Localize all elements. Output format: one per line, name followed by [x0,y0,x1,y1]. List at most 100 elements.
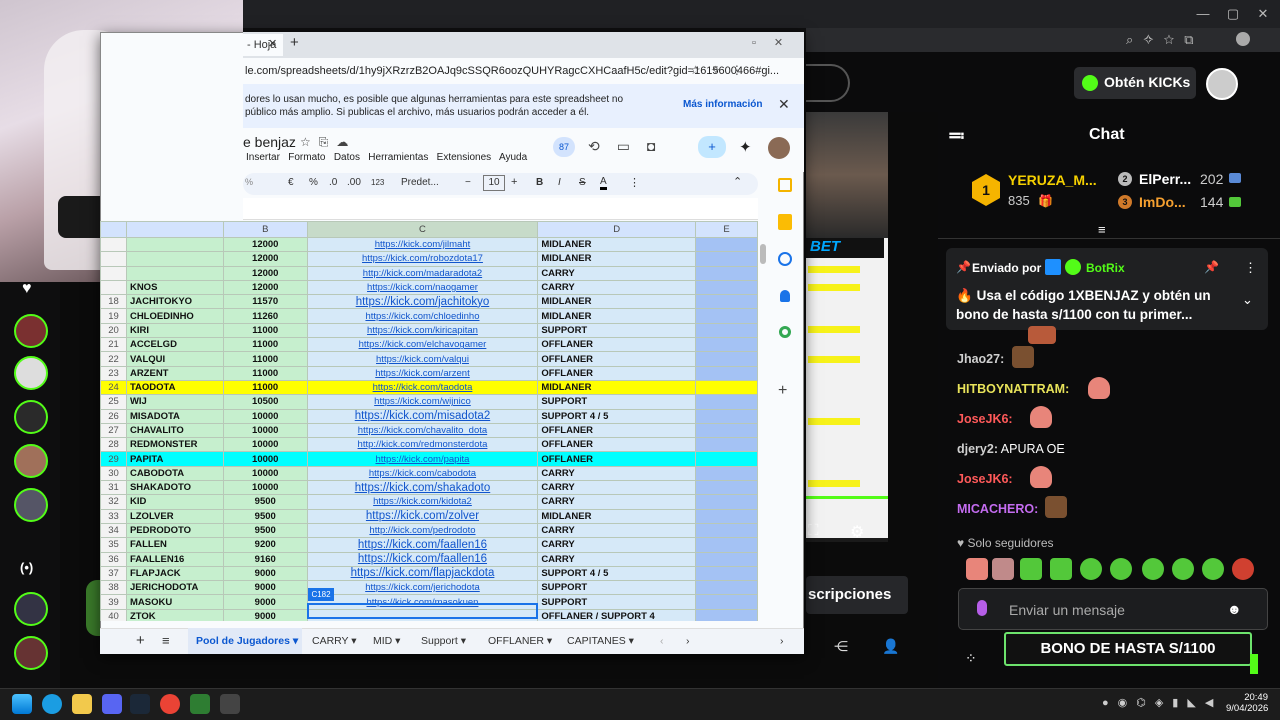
column-header-e[interactable]: E [695,221,758,238]
channel-link-cell[interactable]: https://kick.com/naogamer [306,279,539,296]
score-cell[interactable]: 11000 [222,365,308,381]
menu-datos[interactable]: Datos [334,152,360,163]
calendar-icon[interactable] [778,178,792,192]
empty-cell[interactable] [695,494,758,510]
channel-link-cell[interactable]: https://kick.com/faallen16 [306,537,539,553]
table-row[interactable]: 12000 http://kick.com/madaradota2 CARRY [100,265,758,281]
empty-cell[interactable] [695,451,758,467]
empty-cell[interactable] [695,308,758,324]
score-cell[interactable]: 9000 [222,580,308,596]
url-bar-icons[interactable]: ☆✧⋮ [690,63,753,77]
player-name-cell[interactable]: ACCELGD [125,337,224,353]
all-sheets-icon[interactable]: ≡ [162,628,170,654]
role-cell[interactable]: OFFLANER [537,337,697,353]
leader-name[interactable]: ImDo... [1139,194,1186,210]
pinned-user[interactable]: BotRix [1086,261,1125,275]
column-header-c[interactable]: C [306,221,539,238]
empty-cell[interactable] [695,437,758,453]
subscriptions-button[interactable]: scripciones [806,576,908,614]
score-cell[interactable]: 9500 [222,522,308,539]
score-cell[interactable]: 11570 [222,294,308,310]
channel-avatar[interactable] [14,636,48,670]
role-cell[interactable]: OFFLANER [537,422,697,439]
maps-icon[interactable] [779,326,791,338]
italic-button[interactable]: I [558,177,561,188]
empty-cell[interactable] [695,594,758,610]
sheet-tab-mid[interactable]: MID ▾ [373,628,400,654]
role-cell[interactable]: OFFLANER [537,451,697,467]
zoom-select[interactable]: % [245,177,253,187]
player-name-cell[interactable]: CABODOTA [125,465,224,482]
table-row[interactable]: 28 REDMONSTER 10000 http://kick.com/redmons… [100,437,758,453]
microphone-icon[interactable] [977,600,987,616]
role-cell[interactable]: CARRY [537,480,697,496]
row-number[interactable]: 23 [100,365,127,381]
channel-link-cell[interactable]: https://kick.com/elchavogamer [306,337,539,353]
role-cell[interactable]: MIDLANER [537,294,697,310]
empty-cell[interactable] [695,351,758,367]
get-kicks-button[interactable]: Obtén KICKs [1074,67,1196,99]
channel-link-cell[interactable]: https://kick.com/chloedinho [306,308,539,324]
table-row[interactable]: 32 KID 9500 https://kick.com/kidota2 CARRY [100,494,758,510]
player-name-cell[interactable]: ARZENT [125,365,224,381]
empty-cell[interactable] [695,522,758,539]
empty-cell[interactable] [695,422,758,439]
title-icons[interactable]: ☆⎘☁ [300,135,356,150]
search-box-edge[interactable] [806,64,850,102]
player-name-cell[interactable]: TAODOTA [125,379,224,396]
row-number[interactable]: 24 [100,379,127,396]
more-options-icon[interactable]: ⋮ [1244,260,1257,276]
player-name-cell[interactable]: FAALLEN16 [125,551,224,567]
sheet-tab-offlaner[interactable]: OFFLANER ▾ [488,628,552,654]
vertical-scrollbar[interactable] [760,244,766,264]
empty-cell[interactable] [695,322,758,339]
channel-link-cell[interactable]: https://kick.com/jerichodota [306,580,539,596]
menu-formato[interactable]: Formato [288,152,325,163]
empty-cell[interactable] [695,480,758,496]
sheet-tab-pool[interactable]: Pool de Jugadores ▾ [188,628,302,654]
emote[interactable] [1232,558,1254,580]
row-number[interactable]: 27 [100,422,127,439]
score-cell[interactable]: 10000 [222,408,308,424]
more-info-link[interactable]: Más información [683,99,762,110]
empty-cell[interactable] [695,337,758,353]
role-cell[interactable]: MIDLANER [537,379,697,396]
channel-link-cell[interactable]: http://kick.com/pedrodoto [306,522,539,539]
score-cell[interactable]: 10000 [222,437,308,453]
empty-cell[interactable] [695,294,758,310]
role-cell[interactable]: OFFLANER [537,437,697,453]
steam-icon[interactable] [130,694,150,714]
player-name-cell[interactable]: CHAVALITO [125,422,224,439]
add-sheet-icon[interactable]: + [136,628,145,654]
emote[interactable] [992,558,1014,580]
row-number[interactable]: 22 [100,351,127,367]
menu-insertar[interactable]: Insertar [246,152,280,163]
player-name-cell[interactable]: SHAKADOTO [125,480,224,496]
role-cell[interactable]: OFFLANER / SUPPORT 4 [537,608,697,621]
formula-bar[interactable] [243,198,758,220]
table-row[interactable]: 22 VALQUI 11000 https://kick.com/valqui OFFL… [100,351,758,367]
spreadsheet-grid[interactable]: B C D E 12000 https://kick.com/jilmaht MID… [100,221,758,621]
role-cell[interactable]: CARRY [537,551,697,567]
close-banner-icon[interactable]: ✕ [778,96,790,113]
table-row[interactable]: 26 MISADOTA 10000 https://kick.com/misadota… [100,408,758,424]
role-cell[interactable]: CARRY [537,494,697,510]
channel-avatar[interactable] [14,488,48,522]
collaborators-badge[interactable]: 87 [553,137,575,157]
chat-username[interactable]: JoseJK6: [957,472,1013,486]
discord-icon[interactable] [102,694,122,714]
channel-link-cell[interactable]: https://kick.com/flapjackdota [306,565,539,582]
strikethrough-button[interactable]: S [579,177,586,188]
decrease-decimals-button[interactable]: .0 [329,177,337,188]
empty-cell[interactable] [695,537,758,553]
player-name-cell[interactable]: MASOKU [125,594,224,610]
contacts-icon[interactable] [780,290,790,302]
row-number[interactable]: 31 [100,480,127,496]
row-number[interactable]: 38 [100,580,127,596]
edge-icon[interactable] [42,694,62,714]
chat-username[interactable]: Jhao27: [957,352,1004,366]
channel-link-cell[interactable]: https://kick.com/zolver [306,508,539,524]
text-color-button[interactable]: A [600,176,607,190]
role-cell[interactable]: MIDLANER [537,508,697,524]
tasks-icon[interactable] [778,252,792,266]
